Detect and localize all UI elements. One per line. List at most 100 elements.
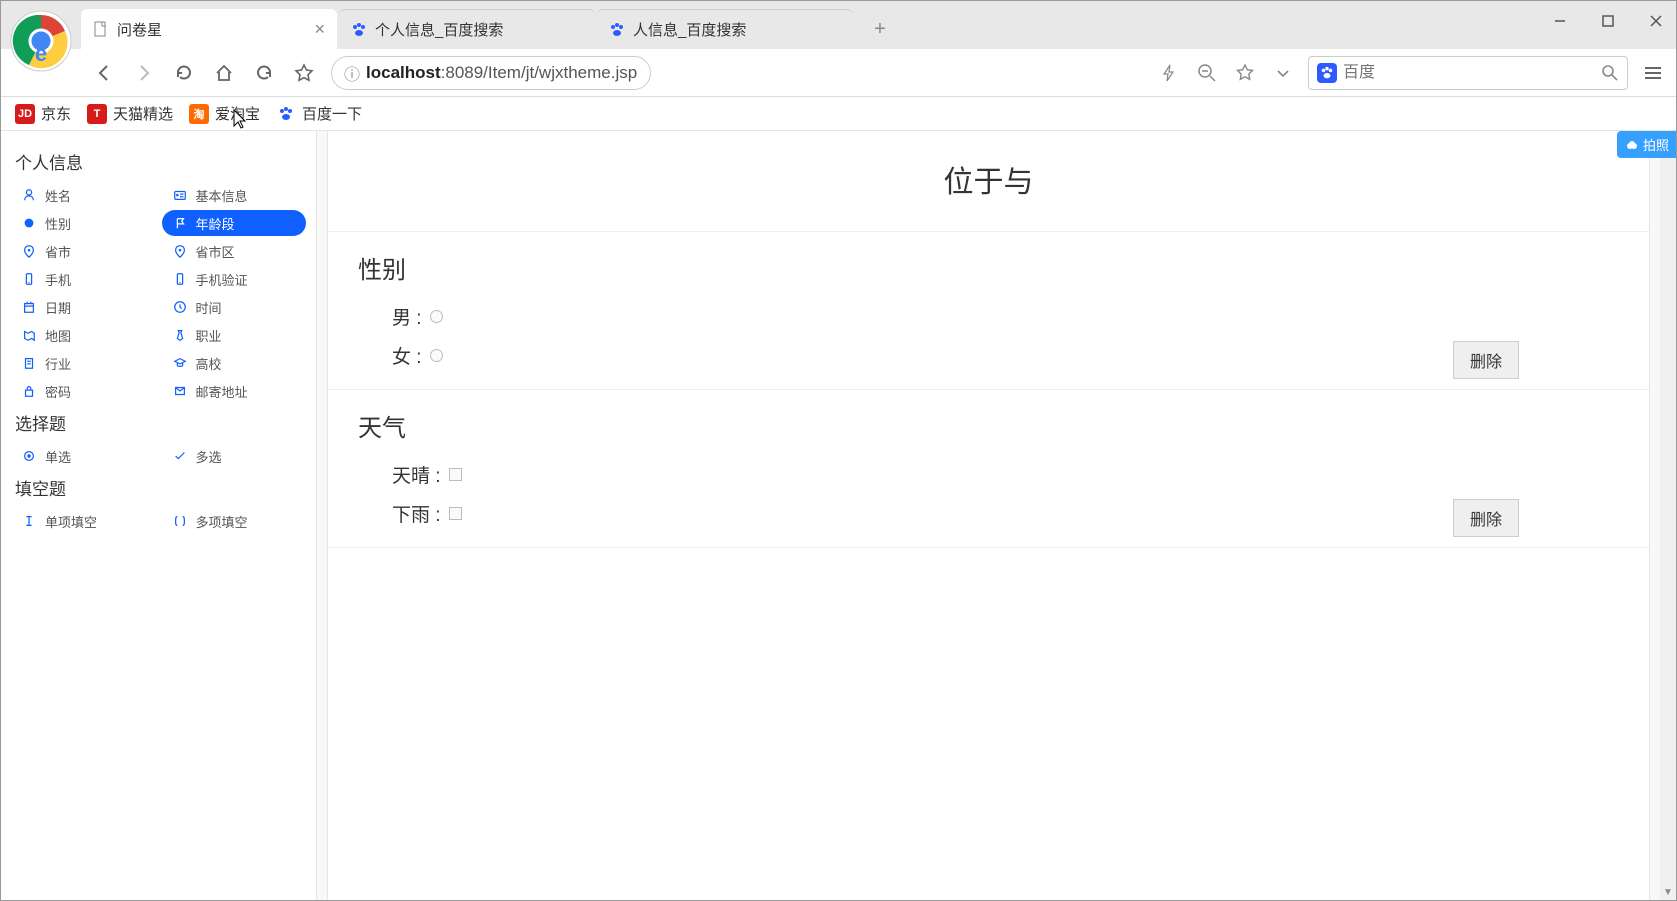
option-label: 天晴 :: [392, 461, 441, 488]
sidebar-item-phone[interactable]: 手机验证: [162, 266, 307, 292]
tab-inactive[interactable]: 人信息_百度搜索: [597, 9, 853, 49]
undo-button[interactable]: [251, 60, 277, 86]
checkbox-icon[interactable]: [449, 468, 462, 481]
tab-title: 人信息_百度搜索: [633, 19, 746, 40]
sidebar-item-pin[interactable]: 省市区: [162, 238, 307, 264]
question-option[interactable]: 下雨 :: [358, 494, 1619, 533]
screenshot-badge[interactable]: 拍照: [1617, 131, 1676, 158]
bolt-icon[interactable]: [1156, 60, 1182, 86]
sidebar-item-radio[interactable]: 单选: [11, 443, 156, 469]
sidebar-item-mail[interactable]: 邮寄地址: [162, 378, 307, 404]
forward-button[interactable]: [131, 60, 157, 86]
bookmark-label: 天猫精选: [113, 103, 173, 124]
phone-icon: [21, 271, 37, 287]
sidebar-item-brackets[interactable]: 多项填空: [162, 508, 307, 534]
sidebar-item-check[interactable]: 多选: [162, 443, 307, 469]
radio-icon[interactable]: [430, 310, 443, 323]
bookmark-item[interactable]: 淘 爱淘宝: [189, 103, 260, 124]
close-window-button[interactable]: [1641, 6, 1671, 36]
scroll-down-icon[interactable]: ▼: [1660, 884, 1676, 900]
gender-icon: [21, 215, 37, 231]
navigation-bar: ⓘ localhost :8089/Item/jt/wjxtheme.jsp: [1, 49, 1676, 97]
bookmark-item[interactable]: JD 京东: [15, 103, 71, 124]
textcursor-icon: [21, 513, 37, 529]
vertical-scrollbar[interactable]: ▲ ▼: [1660, 131, 1676, 900]
sidebar-item-phone[interactable]: 手机: [11, 266, 156, 292]
sidebar-item-clock[interactable]: 时间: [162, 294, 307, 320]
baidu-paw-icon: [276, 104, 296, 124]
reload-button[interactable]: [171, 60, 197, 86]
option-label: 男 :: [392, 303, 422, 330]
delete-button[interactable]: 删除: [1453, 499, 1519, 537]
lock-icon: [21, 383, 37, 399]
back-button[interactable]: [91, 60, 117, 86]
baidu-paw-icon: [1317, 63, 1337, 83]
calendar-icon: [21, 299, 37, 315]
radio-icon[interactable]: [430, 349, 443, 362]
home-button[interactable]: [211, 60, 237, 86]
tab-inactive[interactable]: 个人信息_百度搜索: [339, 9, 595, 49]
sidebar-item-grad[interactable]: 高校: [162, 350, 307, 376]
sidebar-item-gender[interactable]: 性别: [11, 210, 156, 236]
question-option[interactable]: 天晴 :: [358, 455, 1619, 494]
bookmarks-bar: JD 京东 T 天猫精选 淘 爱淘宝 百度一下: [1, 97, 1676, 131]
sidebar-item-flag[interactable]: 年龄段: [162, 210, 307, 236]
option-label: 女 :: [392, 342, 422, 369]
grad-icon: [172, 355, 188, 371]
sidebar-item-calendar[interactable]: 日期: [11, 294, 156, 320]
sidebar-item-label: 姓名: [45, 186, 71, 205]
user-icon: [21, 187, 37, 203]
question-title: 性别: [358, 250, 1619, 285]
sidebar-item-label: 高校: [196, 354, 222, 373]
sidebar-item-map[interactable]: 地图: [11, 322, 156, 348]
sidebar-item-label: 职业: [196, 326, 222, 345]
sidebar-item-label: 手机验证: [196, 270, 248, 289]
card-icon: [172, 187, 188, 203]
sidebar-section-title: 填空题: [15, 475, 306, 500]
bookmark-label: 京东: [41, 103, 71, 124]
address-bar[interactable]: ⓘ localhost :8089/Item/jt/wjxtheme.jsp: [331, 56, 651, 90]
sidebar-item-textcursor[interactable]: 单项填空: [11, 508, 156, 534]
form-title: 位于与: [328, 131, 1649, 231]
address-host: localhost: [366, 63, 441, 83]
question-option[interactable]: 男 :: [358, 297, 1619, 336]
menu-button[interactable]: [1640, 60, 1666, 86]
clock-icon: [172, 299, 188, 315]
baidu-paw-icon: [609, 22, 625, 38]
sidebar-item-label: 多项填空: [196, 512, 248, 531]
star-outline-icon[interactable]: [1232, 60, 1258, 86]
sidebar-item-label: 省市: [45, 242, 71, 261]
search-box[interactable]: [1308, 56, 1628, 90]
tab-title: 个人信息_百度搜索: [375, 19, 503, 40]
close-icon[interactable]: ×: [314, 19, 325, 40]
sidebar-item-label: 日期: [45, 298, 71, 317]
minimize-button[interactable]: [1545, 6, 1575, 36]
bookmark-item[interactable]: T 天猫精选: [87, 103, 173, 124]
sidebar-item-building[interactable]: 行业: [11, 350, 156, 376]
sidebar-item-lock[interactable]: 密码: [11, 378, 156, 404]
chevron-down-icon[interactable]: [1270, 60, 1296, 86]
favorite-button[interactable]: [291, 60, 317, 86]
sidebar-item-user[interactable]: 姓名: [11, 182, 156, 208]
new-tab-button[interactable]: +: [865, 14, 895, 44]
tab-active[interactable]: 问卷星 ×: [81, 9, 337, 49]
sidebar-item-label: 邮寄地址: [196, 382, 248, 401]
baidu-paw-icon: [351, 22, 367, 38]
search-input[interactable]: [1343, 64, 1601, 82]
badge-label: 拍照: [1643, 135, 1669, 154]
question-option[interactable]: 女 :: [358, 336, 1619, 375]
checkbox-icon[interactable]: [449, 507, 462, 520]
mail-icon: [172, 383, 188, 399]
sidebar-item-pin[interactable]: 省市: [11, 238, 156, 264]
pin-icon: [172, 243, 188, 259]
delete-button[interactable]: 删除: [1453, 341, 1519, 379]
search-icon[interactable]: [1601, 64, 1619, 82]
sidebar-item-card[interactable]: 基本信息: [162, 182, 307, 208]
sidebar-section-title: 个人信息: [15, 149, 306, 174]
bookmark-item[interactable]: 百度一下: [276, 103, 362, 124]
sidebar-item-label: 多选: [196, 447, 222, 466]
sidebar-item-tie[interactable]: 职业: [162, 322, 307, 348]
maximize-button[interactable]: [1593, 6, 1623, 36]
zoom-out-icon[interactable]: [1194, 60, 1220, 86]
svg-text:e: e: [35, 41, 47, 66]
